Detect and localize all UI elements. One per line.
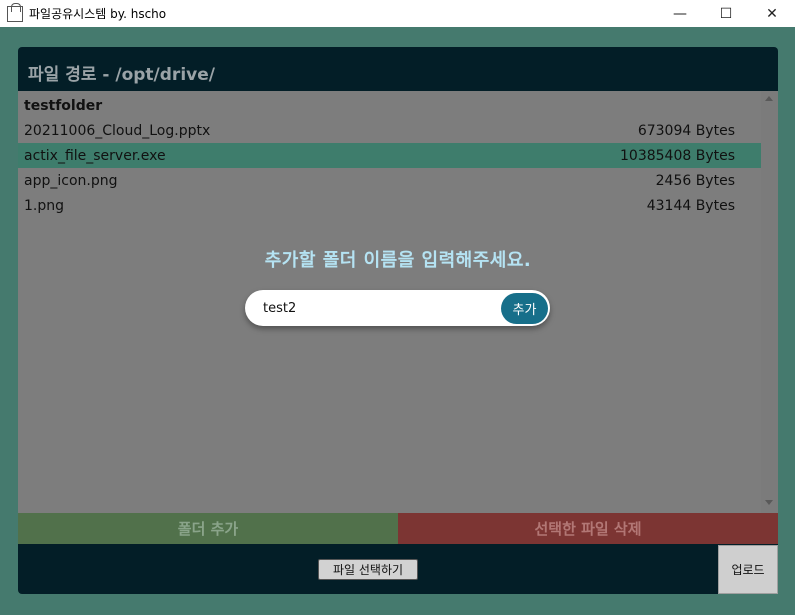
folder-name-input[interactable] — [263, 296, 493, 320]
add-folder-button[interactable]: 폴더 추가 — [18, 513, 398, 544]
list-scrollbar[interactable] — [761, 91, 778, 513]
scroll-up-arrow-icon[interactable] — [765, 96, 773, 101]
file-size: 673094 Bytes — [637, 122, 735, 139]
delete-selected-button[interactable]: 선택한 파일 삭제 — [398, 513, 778, 544]
file-size: 43144 Bytes — [646, 197, 735, 214]
upload-button[interactable]: 업로드 — [718, 545, 778, 594]
path-title: 파일 경로 - /opt/drive/ — [28, 64, 215, 85]
file-name: app_icon.png — [24, 172, 118, 189]
app-icon — [7, 2, 23, 22]
window-titlebar: 파일공유시스템 by. hscho — ☐ ✕ — [0, 0, 795, 27]
scroll-down-arrow-icon[interactable] — [765, 500, 773, 505]
file-size: 2456 Bytes — [655, 172, 735, 189]
file-name: testfolder — [24, 97, 103, 114]
folder-name-prompt: 추가할 폴더 이름을 입력해주세요. — [264, 250, 532, 271]
file-row[interactable]: 1.png 43144 Bytes — [18, 193, 761, 218]
file-name: actix_file_server.exe — [24, 147, 166, 164]
minimize-button[interactable]: — — [657, 0, 703, 27]
close-button[interactable]: ✕ — [749, 0, 795, 27]
file-name: 20211006_Cloud_Log.pptx — [24, 122, 211, 139]
file-row-folder[interactable]: testfolder — [18, 93, 761, 118]
maximize-button[interactable]: ☐ — [703, 0, 749, 27]
file-row[interactable]: app_icon.png 2456 Bytes — [18, 168, 761, 193]
file-row-selected[interactable]: actix_file_server.exe 10385408 Bytes — [18, 143, 761, 168]
add-folder-confirm-button[interactable]: 추가 — [501, 293, 548, 324]
window-title: 파일공유시스템 by. hscho — [29, 7, 167, 21]
choose-file-button[interactable]: 파일 선택하기 — [318, 559, 418, 580]
window-controls: — ☐ ✕ — [657, 0, 795, 27]
file-size: 10385408 Bytes — [620, 147, 735, 164]
file-row[interactable]: 20211006_Cloud_Log.pptx 673094 Bytes — [18, 118, 761, 143]
path-header: 파일 경로 - /opt/drive/ — [18, 53, 778, 91]
file-name: 1.png — [24, 197, 65, 214]
